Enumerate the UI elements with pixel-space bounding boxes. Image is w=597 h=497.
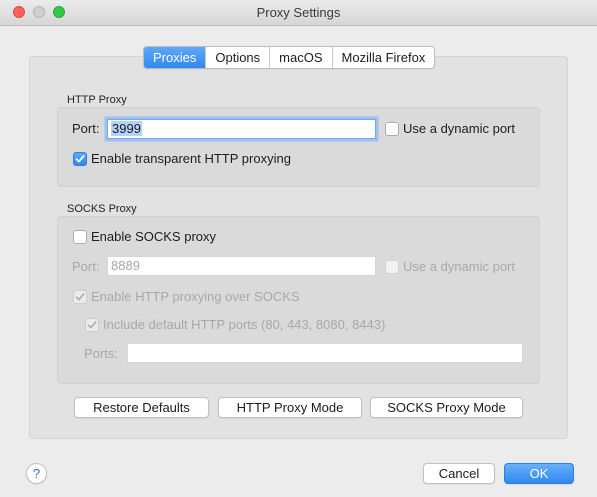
socks-dynamic-port-checkbox[interactable] xyxy=(385,260,399,274)
http-port-input[interactable]: 3999 xyxy=(107,119,376,139)
tab-mozilla-firefox[interactable]: Mozilla Firefox xyxy=(333,47,435,68)
tab-options[interactable]: Options xyxy=(206,47,271,68)
socks-dynamic-port-label: Use a dynamic port xyxy=(403,259,515,274)
tab-macos[interactable]: macOS xyxy=(270,47,333,68)
enable-socks-checkbox[interactable] xyxy=(73,230,87,244)
checkmark-icon xyxy=(75,155,85,163)
title-bar: Proxy Settings xyxy=(0,0,597,26)
socks-proxy-section-label: SOCKS Proxy xyxy=(67,203,137,215)
include-default-ports-checkbox[interactable] xyxy=(85,318,99,332)
enable-socks-label: Enable SOCKS proxy xyxy=(91,229,217,244)
tab-proxies[interactable]: Proxies xyxy=(144,47,207,68)
http-dynamic-port-checkbox[interactable] xyxy=(385,122,399,136)
http-over-socks-checkbox[interactable] xyxy=(73,290,87,304)
tab-bar: Proxies Options macOS Mozilla Firefox xyxy=(143,46,436,69)
window-title: Proxy Settings xyxy=(256,5,341,20)
checkmark-icon xyxy=(87,321,97,329)
socks-proxy-mode-button[interactable]: SOCKS Proxy Mode xyxy=(370,397,523,418)
transparent-proxying-label: Enable transparent HTTP proxying xyxy=(91,151,291,166)
socks-port-input[interactable]: 8889 xyxy=(107,256,376,276)
include-default-ports-label: Include default HTTP ports (80, 443, 808… xyxy=(103,317,386,332)
checkmark-icon xyxy=(75,293,85,301)
transparent-proxying-checkbox[interactable] xyxy=(73,152,87,166)
http-dynamic-port-label: Use a dynamic port xyxy=(403,121,515,136)
help-button[interactable]: ? xyxy=(26,463,47,484)
http-proxy-section-label: HTTP Proxy xyxy=(67,94,127,106)
http-port-label: Port: xyxy=(72,121,100,136)
ports-input[interactable] xyxy=(127,343,523,363)
http-proxy-mode-button[interactable]: HTTP Proxy Mode xyxy=(218,397,362,418)
ports-label: Ports: xyxy=(84,346,118,361)
http-port-value: 3999 xyxy=(111,121,142,136)
socks-port-label: Port: xyxy=(72,259,100,274)
cancel-button[interactable]: Cancel xyxy=(423,463,495,484)
http-over-socks-label: Enable HTTP proxying over SOCKS xyxy=(91,289,300,304)
restore-defaults-button[interactable]: Restore Defaults xyxy=(74,397,209,418)
ok-button[interactable]: OK xyxy=(504,463,574,484)
